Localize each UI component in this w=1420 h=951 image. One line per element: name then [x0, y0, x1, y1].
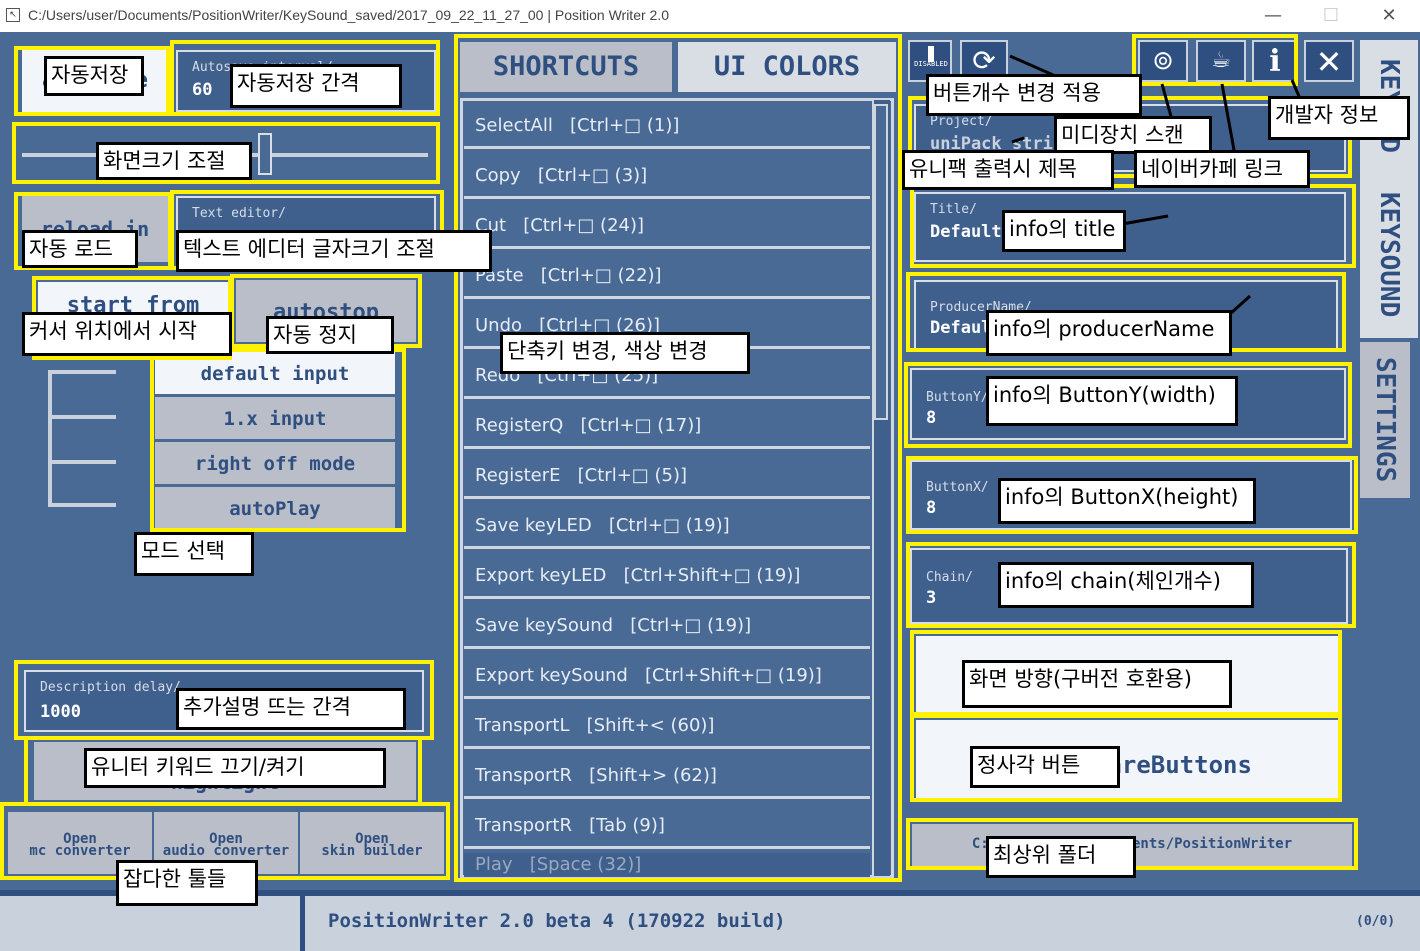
- note-autosave: 자동저장: [44, 56, 144, 96]
- description-delay-label: Description delay/: [40, 680, 181, 695]
- note-info-producer: info의 producerName: [986, 310, 1232, 356]
- maximize-button[interactable]: ☐: [1306, 2, 1356, 30]
- autosave-interval-value: 60: [192, 80, 213, 100]
- shortcut-item[interactable]: Play [Space (32)]: [464, 853, 870, 877]
- shortcut-item[interactable]: Save keySound [Ctrl+□ (19)]: [464, 603, 870, 649]
- note-top-folder: 최상위 폴더: [986, 836, 1136, 878]
- note-orientation: 화면 방향(구버전 호환용): [962, 660, 1232, 708]
- note-mode-select: 모드 선택: [134, 532, 254, 576]
- description-delay-value: 1000: [40, 702, 81, 722]
- close-window-button[interactable]: ✕: [1364, 2, 1414, 30]
- chain-label: Chain/: [926, 570, 973, 585]
- mode-tree-branch: [48, 415, 116, 419]
- title-label: Title/: [930, 202, 977, 217]
- note-info-chain: info의 chain(체인개수): [998, 562, 1254, 608]
- mode-default-input[interactable]: default input: [155, 352, 395, 394]
- disabled-text: DISABLED: [914, 60, 948, 68]
- mode-tree-branch: [48, 370, 116, 374]
- note-text-editor-font: 텍스트 에디터 글자크기 조절: [176, 230, 492, 272]
- close-icon[interactable]: ✕: [1304, 40, 1354, 82]
- note-auto-load: 자동 로드: [22, 230, 138, 268]
- status-divider: [300, 890, 305, 951]
- cafe-icon[interactable]: ☕: [1196, 40, 1246, 82]
- tool-line2: skin builder: [321, 843, 423, 859]
- status-count: (0/0): [1356, 914, 1396, 929]
- screen-size-slider-handle[interactable]: [258, 133, 272, 175]
- shortcut-item[interactable]: Save keyLED [Ctrl+□ (19)]: [464, 503, 870, 549]
- shortcut-item[interactable]: SelectAll [Ctrl+□ (1)]: [464, 103, 870, 149]
- text-editor-label: Text editor/: [192, 206, 286, 221]
- title-value: Default: [930, 222, 1002, 242]
- note-naver-cafe: 네이버카페 링크: [1134, 150, 1310, 188]
- note-misc-tools: 잡다한 툴들: [116, 860, 258, 906]
- note-start-cursor: 커서 위치에서 시작: [22, 312, 232, 356]
- open-skin-builder-button[interactable]: Open skin builder: [300, 812, 444, 874]
- title-field[interactable]: Title/ Default: [914, 192, 1346, 262]
- note-info-buttony: info의 ButtonY(width): [986, 376, 1238, 426]
- shortcut-item[interactable]: Export keyLED [Ctrl+Shift+□ (19)]: [464, 553, 870, 599]
- shortcut-item[interactable]: TransportR [Tab (9)]: [464, 803, 870, 849]
- shortcut-item[interactable]: Paste [Ctrl+□ (22)]: [464, 253, 870, 299]
- tab-keysound[interactable]: KEYSOUND: [1360, 172, 1418, 338]
- chain-value: 3: [926, 588, 937, 608]
- shortcut-item[interactable]: RegisterQ [Ctrl+□ (17)]: [464, 403, 870, 449]
- note-desc-delay: 추가설명 뜨는 간격: [176, 688, 406, 730]
- shortcut-item[interactable]: Cut [Ctrl+□ (24)]: [464, 203, 870, 249]
- note-square-btn: 정사각 버튼: [970, 746, 1120, 788]
- note-unipack-title: 유니팩 출력시 제목: [902, 150, 1114, 190]
- info-icon[interactable]: i: [1252, 40, 1298, 82]
- mode-1x-input[interactable]: 1.x input: [155, 397, 395, 439]
- shortcut-item[interactable]: RegisterE [Ctrl+□ (5)]: [464, 453, 870, 499]
- mode-tree-branch: [48, 460, 116, 464]
- shortcut-scrollbar-thumb[interactable]: [874, 104, 888, 420]
- mode-autoplay[interactable]: autoPlay: [155, 487, 395, 529]
- tool-line2: audio converter: [162, 843, 290, 859]
- tool-line2: mc converter: [29, 843, 131, 859]
- note-unitor-keyword: 유니터 키워드 끄기/켜기: [84, 748, 386, 788]
- note-midi-scan: 미디장치 스캔: [1054, 116, 1212, 154]
- shortcut-item[interactable]: TransportR [Shift+> (62)]: [464, 753, 870, 799]
- note-info-title: info의 title: [1002, 210, 1126, 252]
- project-label: Project/: [930, 114, 993, 129]
- note-apply-buttons: 버튼개수 변경 적용: [926, 74, 1142, 116]
- status-version: PositionWriter 2.0 beta 4 (170922 build): [328, 910, 786, 932]
- note-developer-info: 개발자 정보: [1268, 96, 1410, 140]
- minimize-button[interactable]: —: [1248, 2, 1298, 30]
- note-autosave-interval: 자동저장 간격: [230, 64, 402, 108]
- shortcut-item[interactable]: Export keySound [Ctrl+Shift+□ (19)]: [464, 653, 870, 699]
- buttony-value: 8: [926, 408, 937, 428]
- window-title: C:/Users/user/Documents/PositionWriter/K…: [28, 7, 669, 23]
- shortcut-item[interactable]: TransportL [Shift+< (60)]: [464, 703, 870, 749]
- tab-ui-colors[interactable]: UI COLORS: [678, 42, 896, 92]
- midi-icon[interactable]: ⊚: [1138, 40, 1188, 82]
- note-info-buttonx: info의 ButtonX(height): [998, 478, 1256, 524]
- shortcut-item[interactable]: Copy [Ctrl+□ (3)]: [464, 153, 870, 199]
- title-bar: ↖ C:/Users/user/Documents/PositionWriter…: [0, 0, 1420, 32]
- mode-tree-branch: [48, 503, 116, 507]
- tab-shortcuts[interactable]: SHORTCUTS: [460, 42, 672, 92]
- buttonx-label: ButtonX/: [926, 480, 989, 495]
- mode-right-off[interactable]: right off mode: [155, 442, 395, 484]
- note-shortcut-color: 단축키 변경, 색상 변경: [500, 332, 750, 374]
- mode-tree-line: [48, 370, 52, 506]
- buttonx-value: 8: [926, 498, 937, 518]
- app-icon: ↖: [6, 8, 20, 22]
- note-screen-size: 화면크기 조절: [96, 142, 252, 180]
- tab-settings[interactable]: SETTINGS: [1360, 342, 1410, 498]
- buttony-label: ButtonY/: [926, 390, 989, 405]
- note-auto-stop: 자동 정지: [266, 316, 394, 354]
